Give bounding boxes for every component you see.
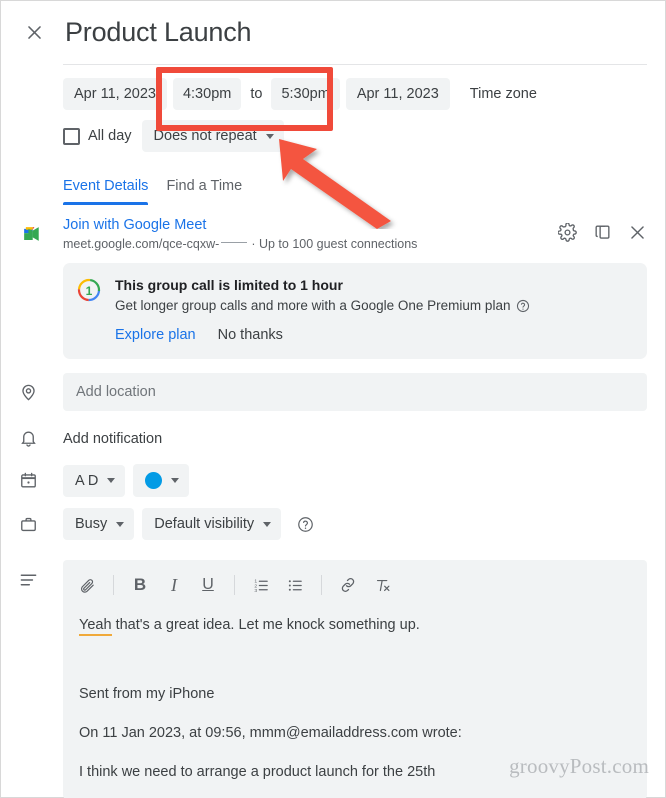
misspelled-word: Yeah bbox=[79, 617, 112, 636]
promo-actions: Explore plan No thanks bbox=[115, 327, 631, 343]
busy-dropdown[interactable]: Busy bbox=[63, 508, 135, 540]
all-day-label[interactable]: All day bbox=[88, 128, 132, 144]
toolbar-separator bbox=[113, 575, 114, 595]
remove-conferencing-icon[interactable] bbox=[628, 223, 647, 242]
start-time-field[interactable]: 4:30pm bbox=[172, 78, 242, 110]
bell-icon bbox=[19, 429, 63, 448]
event-editor-window: Product Launch Apr 11, 2023 4:30pm to 5:… bbox=[0, 0, 666, 798]
calendar-controls: A D bbox=[63, 464, 190, 497]
to-label: to bbox=[250, 86, 263, 102]
tab-bar: Event Details Find a Time bbox=[1, 152, 665, 205]
availability-controls: Busy Default visibility bbox=[63, 508, 314, 540]
bulleted-list-icon[interactable] bbox=[279, 569, 311, 601]
window-header: Product Launch bbox=[1, 1, 665, 56]
svg-text:1: 1 bbox=[86, 284, 93, 298]
promo-subtitle-row: Get longer group calls and more with a G… bbox=[115, 298, 631, 313]
google-meet-details: Join with Google Meet meet.google.com/qc… bbox=[63, 217, 558, 251]
busy-value: Busy bbox=[75, 516, 108, 532]
location-pin-icon bbox=[19, 383, 63, 402]
join-with-google-meet-button[interactable]: Join with Google Meet bbox=[63, 217, 558, 233]
add-notification-button[interactable]: Add notification bbox=[63, 431, 162, 447]
event-options-row: All day Does not repeat bbox=[1, 110, 665, 152]
meet-url: meet.google.com/qce-cqxw- bbox=[63, 237, 220, 251]
all-day-checkbox[interactable] bbox=[63, 127, 80, 145]
meet-url-row: meet.google.com/qce-cqxw- · Up to 100 gu… bbox=[63, 237, 558, 251]
meet-action-buttons bbox=[558, 217, 647, 242]
attach-icon[interactable] bbox=[71, 569, 103, 601]
chevron-down-icon bbox=[107, 478, 116, 483]
redaction-bar-icon bbox=[221, 241, 248, 244]
copy-icon[interactable] bbox=[593, 223, 612, 242]
calendar-owner-dropdown[interactable]: A D bbox=[63, 464, 126, 497]
datetime-row: Apr 11, 2023 4:30pm to 5:30pm Apr 11, 20… bbox=[1, 65, 665, 110]
svg-text:3: 3 bbox=[254, 587, 257, 593]
description-lines-icon bbox=[19, 560, 63, 798]
google-meet-icon bbox=[19, 217, 63, 250]
tab-find-a-time[interactable]: Find a Time bbox=[166, 178, 242, 205]
calendar-row: A D bbox=[1, 464, 665, 497]
chevron-down-icon bbox=[171, 478, 180, 483]
description-line-2: Sent from my iPhone bbox=[79, 686, 215, 703]
description-line-1-rest: that's a great idea. Let me knock someth… bbox=[111, 617, 420, 633]
link-icon[interactable] bbox=[332, 569, 364, 601]
notification-row: Add notification bbox=[1, 429, 665, 448]
visibility-dropdown[interactable]: Default visibility bbox=[142, 508, 282, 540]
chevron-down-icon bbox=[263, 521, 272, 527]
google-one-promo: 1 This group call is limited to 1 hour G… bbox=[63, 263, 647, 359]
end-date-field[interactable]: Apr 11, 2023 bbox=[345, 78, 450, 110]
chevron-down-icon bbox=[265, 133, 274, 139]
promo-title: This group call is limited to 1 hour bbox=[115, 277, 343, 293]
italic-icon[interactable]: I bbox=[158, 569, 190, 601]
close-icon[interactable] bbox=[19, 18, 49, 48]
no-thanks-button[interactable]: No thanks bbox=[218, 327, 283, 343]
description-line-1: Yeah that's a great idea. Let me knock s… bbox=[79, 615, 631, 636]
numbered-list-icon[interactable]: 1 2 3 bbox=[245, 569, 277, 601]
start-date-field[interactable]: Apr 11, 2023 bbox=[63, 78, 167, 110]
tab-bar-underline bbox=[63, 204, 647, 205]
event-color-dropdown[interactable] bbox=[133, 464, 190, 497]
calendar-owner-value: A D bbox=[75, 472, 99, 489]
description-line-3: On 11 Jan 2023, at 09:56, mmm@emailaddre… bbox=[79, 725, 462, 742]
watermark: groovyPost.com bbox=[509, 754, 649, 778]
location-row bbox=[1, 373, 665, 411]
toolbar-separator bbox=[321, 575, 322, 595]
chevron-down-icon bbox=[116, 521, 125, 527]
description-blank-line bbox=[79, 636, 631, 666]
availability-row: Busy Default visibility bbox=[1, 508, 665, 540]
toolbar-separator bbox=[234, 575, 235, 595]
tab-event-details[interactable]: Event Details bbox=[63, 178, 149, 205]
bold-icon[interactable]: B bbox=[124, 569, 156, 601]
visibility-value: Default visibility bbox=[154, 516, 255, 532]
explore-plan-button[interactable]: Explore plan bbox=[115, 327, 196, 343]
page-title: Product Launch bbox=[65, 17, 252, 47]
visibility-help-icon[interactable] bbox=[297, 516, 314, 533]
promo-body: This group call is limited to 1 hour Get… bbox=[115, 277, 631, 343]
color-swatch bbox=[145, 472, 163, 489]
timezone-button[interactable]: Time zone bbox=[470, 86, 537, 102]
clear-formatting-icon[interactable] bbox=[366, 569, 398, 601]
meet-guest-info: · Up to 100 guest connections bbox=[251, 237, 418, 251]
repeat-dropdown[interactable]: Does not repeat bbox=[141, 120, 284, 152]
google-one-icon: 1 bbox=[77, 277, 101, 343]
calendar-icon bbox=[19, 471, 63, 490]
google-meet-row: Join with Google Meet meet.google.com/qc… bbox=[1, 205, 665, 251]
help-circle-icon[interactable] bbox=[516, 299, 530, 313]
formatting-toolbar: B I U 1 2 3 bbox=[63, 569, 647, 601]
gear-icon[interactable] bbox=[558, 223, 577, 242]
promo-subtitle: Get longer group calls and more with a G… bbox=[115, 298, 511, 313]
underline-icon[interactable]: U bbox=[192, 569, 224, 601]
location-input[interactable] bbox=[63, 373, 647, 411]
end-time-field[interactable]: 5:30pm bbox=[271, 78, 340, 110]
repeat-value: Does not repeat bbox=[153, 128, 257, 144]
briefcase-icon bbox=[19, 515, 63, 534]
